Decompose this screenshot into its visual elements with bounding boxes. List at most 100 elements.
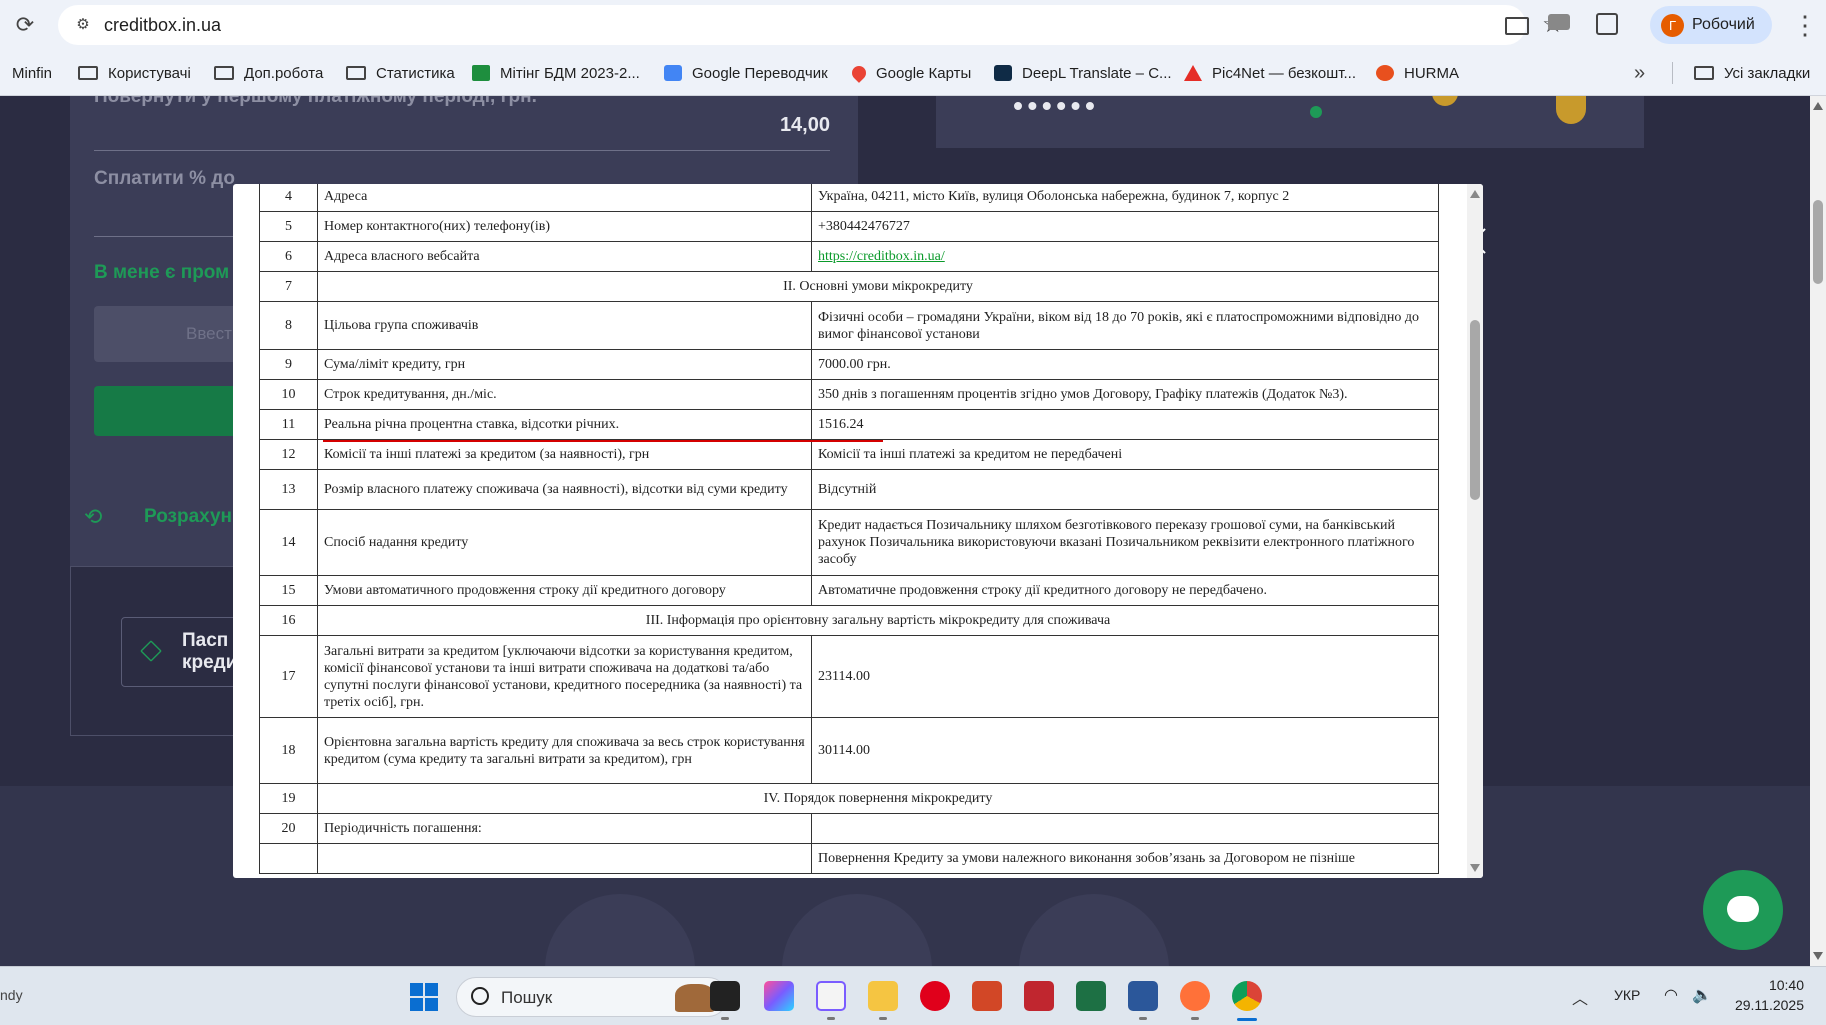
- running-indicator: [827, 1017, 835, 1020]
- show-hidden-icons-chevron-icon[interactable]: ︿: [1572, 985, 1588, 1009]
- site-settings-icon[interactable]: ⚙: [72, 14, 94, 36]
- row-number: 11: [259, 409, 318, 440]
- clock-date[interactable]: 29.11.2025: [1728, 997, 1804, 1013]
- row-label: Орієнтовна загальна вартість кредиту для…: [317, 717, 812, 784]
- row-label: Адреса власного вебсайта: [317, 241, 812, 272]
- row-value: Україна, 04211, місто Київ, вулиця Оболо…: [811, 184, 1439, 212]
- table-row: 15 Умови автоматичного продовження строку…: [259, 575, 1439, 606]
- screen: ⟳ ⚙ creditbox.in.ua ☆ Г Робочий ⋮ Minfin…: [0, 0, 1826, 1025]
- credit-passport-label: Пасп креди: [182, 630, 237, 674]
- install-app-icon[interactable]: [1505, 17, 1529, 35]
- volume-icon[interactable]: 🔈: [1692, 985, 1712, 1005]
- active-app-indicator: [1237, 1018, 1257, 1021]
- row-number: 6: [259, 241, 318, 272]
- running-indicator: [879, 1017, 887, 1020]
- url-text[interactable]: creditbox.in.ua: [104, 14, 221, 36]
- bookmark-label: Pic4Net — безкошт...: [1212, 64, 1356, 82]
- scroll-down-arrow-icon[interactable]: [1470, 864, 1480, 872]
- kebab-menu-icon[interactable]: ⋮: [1792, 10, 1818, 40]
- page-scrollbar[interactable]: [1810, 96, 1826, 966]
- keyboard-language[interactable]: УКР: [1614, 987, 1640, 1003]
- profile-name: Робочий: [1692, 16, 1755, 33]
- scroll-up-arrow-icon[interactable]: [1813, 102, 1823, 110]
- row-number: 15: [259, 575, 318, 606]
- table-row: 16 ІІІ. Інформація про орієнтовну загальн…: [259, 605, 1439, 636]
- extensions-icon[interactable]: [1596, 13, 1618, 35]
- table-row: 9 Сума/ліміт кредиту, грн 7000.00 грн.: [259, 349, 1439, 380]
- scroll-up-arrow-icon[interactable]: [1470, 190, 1480, 198]
- word-icon[interactable]: [1128, 981, 1158, 1011]
- bookmark-meeting-sheet[interactable]: Мітінг БДМ 2023-2...: [472, 50, 640, 96]
- camera-icon[interactable]: [1548, 14, 1570, 30]
- bookmark-label: Google Карты: [876, 64, 972, 82]
- row-label: Цільова група споживачів: [317, 301, 812, 350]
- bookmark-dop-robota-folder[interactable]: Доп.робота: [214, 50, 323, 96]
- firefox-icon[interactable]: [1180, 981, 1210, 1011]
- bookmark-pic4net[interactable]: Pic4Net — безкошт...: [1184, 50, 1356, 96]
- opera-browser-icon[interactable]: [920, 981, 950, 1011]
- widgets-label[interactable]: ndy: [0, 987, 23, 1003]
- refresh-icon[interactable]: ⟲: [84, 504, 102, 530]
- divider: [94, 150, 830, 151]
- row-value: 350 днів з погашенням процентів згідно у…: [811, 379, 1439, 410]
- windows-start-icon[interactable]: [410, 983, 438, 1011]
- task-view-icon[interactable]: [710, 981, 740, 1011]
- excel-icon[interactable]: [1076, 981, 1106, 1011]
- row-value: 1516.24: [811, 409, 1439, 440]
- google-maps-icon: [849, 63, 869, 83]
- reload-icon[interactable]: ⟳: [12, 12, 38, 38]
- all-bookmarks-folder[interactable]: Усі закладки: [1694, 50, 1810, 96]
- scrollbar-thumb[interactable]: [1813, 200, 1823, 284]
- running-indicator: [1139, 1017, 1147, 1020]
- table-row: 11 Реальна річна процентна ставка, відсот…: [259, 409, 1439, 440]
- bookmark-hurma[interactable]: HURMA: [1376, 50, 1459, 96]
- photos-app-icon[interactable]: [764, 981, 794, 1011]
- bookmark-minfin[interactable]: Minfin: [12, 50, 52, 96]
- row-number: 8: [259, 301, 318, 350]
- row-label: Періодичність погашення:: [317, 813, 812, 844]
- bookmark-google-translate[interactable]: Google Переводчик: [664, 50, 828, 96]
- table-row: 10 Строк кредитування, дн./міс. 350 днів з…: [259, 379, 1439, 410]
- profile-button[interactable]: Г Робочий: [1650, 6, 1772, 44]
- chrome-icon[interactable]: [1232, 981, 1262, 1011]
- bookmark-deepl[interactable]: DeepL Translate – С...: [994, 50, 1172, 96]
- taskbar-search[interactable]: Пошук: [456, 977, 728, 1017]
- snipping-tool-icon[interactable]: [816, 981, 846, 1011]
- row-value: Відсутній: [811, 469, 1439, 510]
- row-label: Сума/ліміт кредиту, грн: [317, 349, 812, 380]
- layers-icon: [140, 640, 162, 662]
- credit-passport-modal: 4 Адреса Україна, 04211, місто Київ, вулиц…: [233, 184, 1483, 878]
- scroll-down-arrow-icon[interactable]: [1813, 952, 1823, 960]
- row-label: Комісії та інші платежі за кредитом (за …: [317, 439, 812, 470]
- row-value: Автоматичне продовження строку дії креди…: [811, 575, 1439, 606]
- chat-button[interactable]: [1703, 870, 1783, 950]
- scrollbar-thumb[interactable]: [1470, 320, 1480, 500]
- row-label: Реальна річна процентна ставка, відсотки…: [317, 409, 812, 440]
- modal-scrollbar[interactable]: [1467, 184, 1483, 878]
- clock-time[interactable]: 10:40: [1760, 977, 1804, 993]
- row-value: Фізичні особи – громадяни України, віком…: [811, 301, 1439, 350]
- browser-toolbar: ⟳ ⚙ creditbox.in.ua ☆ Г Робочий ⋮: [0, 0, 1826, 50]
- recalculate-link[interactable]: Розрахун: [144, 506, 232, 528]
- carousel-dot-indicator[interactable]: [1310, 106, 1322, 118]
- document-scroll-area[interactable]: 4 Адреса Україна, 04211, місто Київ, вулиц…: [259, 184, 1439, 878]
- wifi-icon[interactable]: ◠: [1664, 985, 1678, 1005]
- bookmark-label: Minfin: [12, 64, 53, 82]
- row-label: Загальні витрати за кредитом [уключаючи …: [317, 635, 812, 718]
- file-explorer-icon[interactable]: [868, 981, 898, 1011]
- promo-code-link[interactable]: В мене є пром: [94, 262, 229, 284]
- bookmark-statistics-folder[interactable]: Статистика: [346, 50, 455, 96]
- banner-artwork: [1014, 96, 1094, 110]
- website-link[interactable]: https://creditbox.in.ua/: [818, 249, 945, 264]
- bookmark-label: Користувачі: [108, 64, 191, 82]
- more-bookmarks-chevron-icon[interactable]: »: [1634, 50, 1645, 96]
- row-number: 13: [259, 469, 318, 510]
- pdf-reader-icon[interactable]: [1024, 981, 1054, 1011]
- row-number: 17: [259, 635, 318, 718]
- bookmark-users-folder[interactable]: Користувачі: [78, 50, 191, 96]
- bookmark-google-maps[interactable]: Google Карты: [849, 50, 972, 96]
- red-annotation-underline: [323, 440, 883, 442]
- folder-icon: [346, 66, 366, 80]
- powerpoint-icon[interactable]: [972, 981, 1002, 1011]
- address-bar[interactable]: ⚙ creditbox.in.ua ☆: [58, 5, 1564, 45]
